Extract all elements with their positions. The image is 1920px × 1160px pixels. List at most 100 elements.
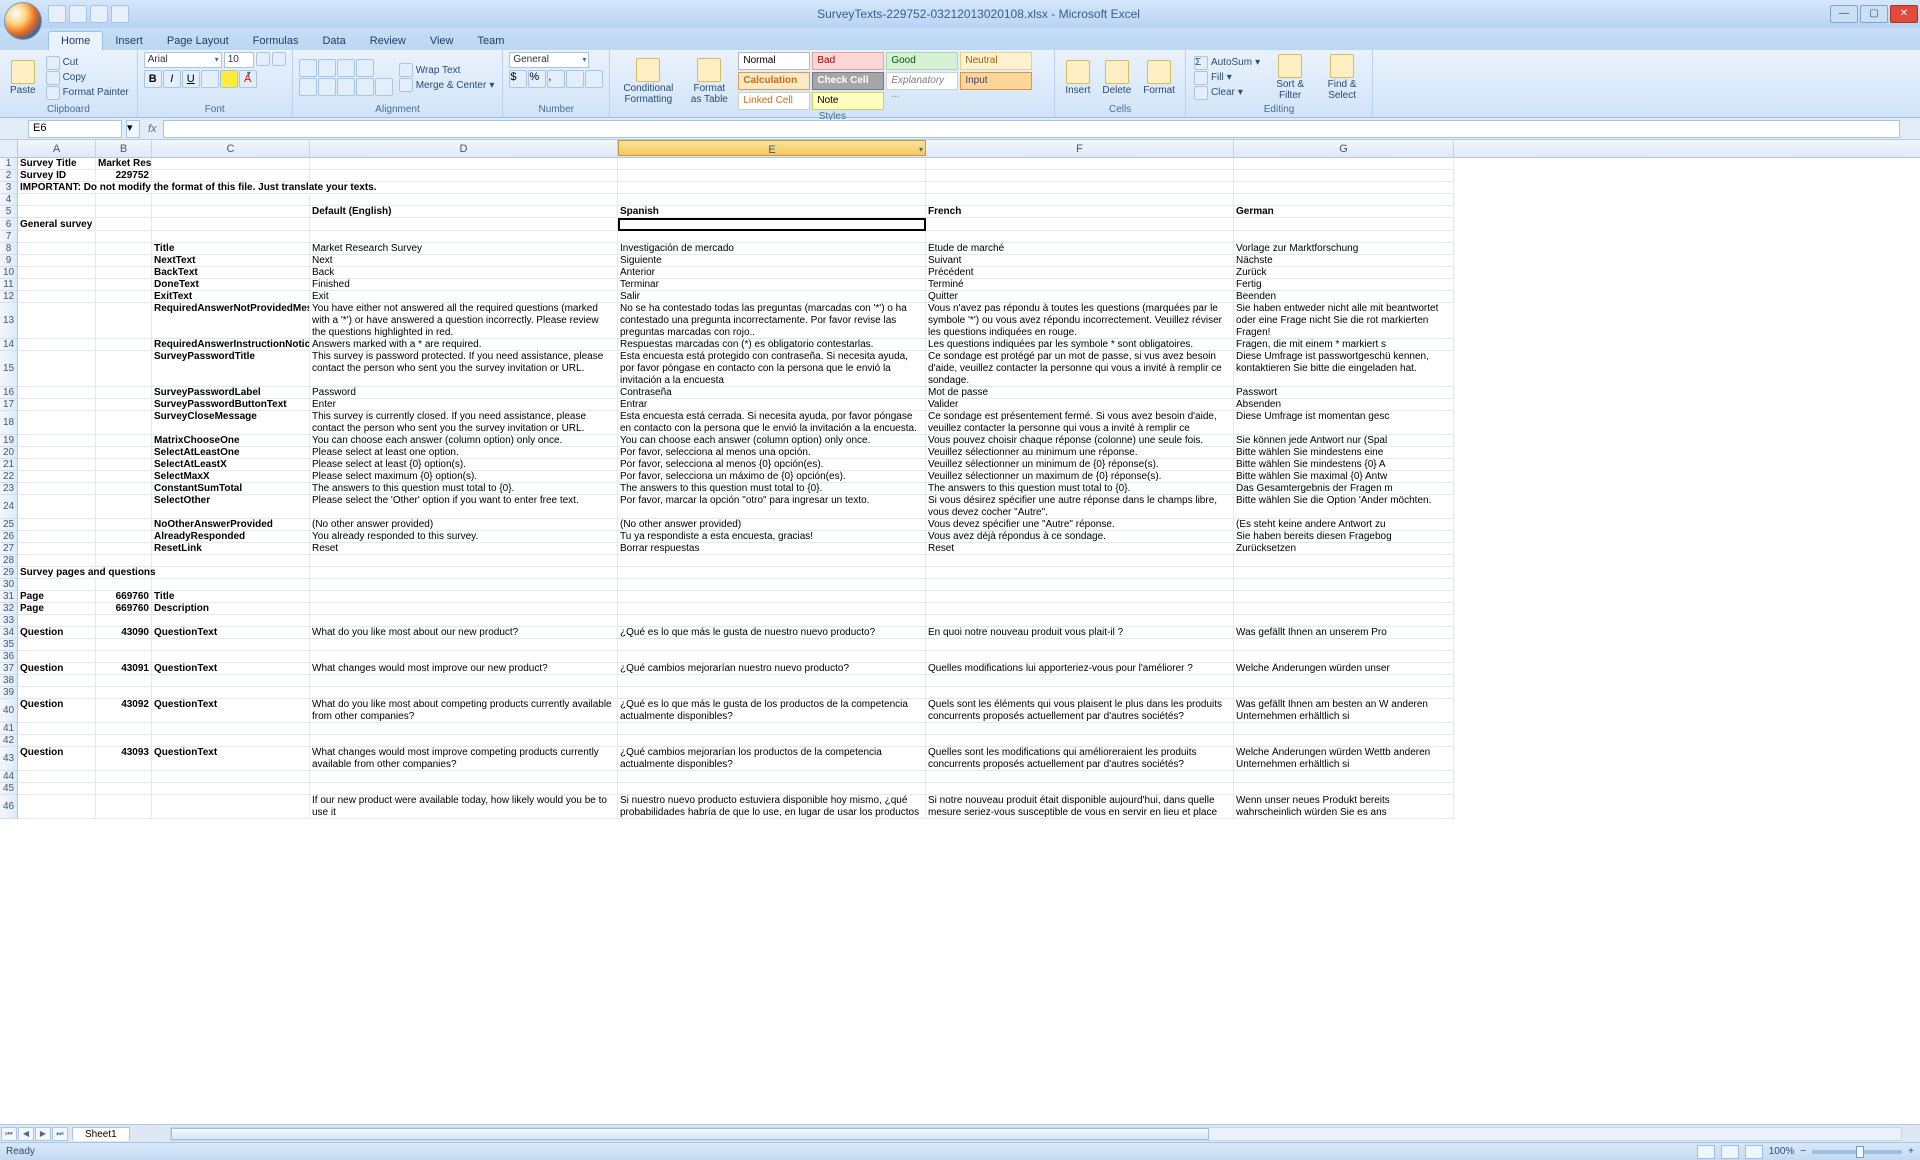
cell[interactable] — [310, 158, 618, 170]
cell[interactable] — [18, 267, 96, 279]
row-header[interactable]: 4 — [0, 194, 18, 206]
cell[interactable] — [926, 771, 1234, 783]
cell[interactable]: Si notre nouveau produit était disponibl… — [926, 795, 1234, 819]
cell[interactable]: QuestionText — [152, 747, 310, 771]
style-cell-calculation[interactable]: Calculation — [738, 72, 810, 90]
cell[interactable] — [1234, 579, 1454, 591]
row-header[interactable]: 8 — [0, 243, 18, 255]
style-cell-normal[interactable]: Normal — [738, 52, 810, 70]
cell[interactable]: No se ha contestado todas las preguntas … — [618, 303, 926, 339]
cell[interactable]: German — [1234, 206, 1454, 218]
cell[interactable] — [152, 194, 310, 206]
cell[interactable] — [618, 170, 926, 182]
cell[interactable]: En quoi notre nouveau produit vous plait… — [926, 627, 1234, 639]
row-header[interactable]: 27 — [0, 543, 18, 555]
cell[interactable] — [152, 639, 310, 651]
cell[interactable]: This survey is currently closed. If you … — [310, 411, 618, 435]
row-header[interactable]: 44 — [0, 771, 18, 783]
cell[interactable] — [926, 783, 1234, 795]
close-button[interactable]: ✕ — [1890, 5, 1918, 23]
fx-icon[interactable]: fx — [148, 123, 157, 135]
increase-indent-icon[interactable] — [375, 78, 393, 96]
row-header[interactable]: 7 — [0, 231, 18, 243]
row-header[interactable]: 21 — [0, 459, 18, 471]
cell[interactable] — [18, 543, 96, 555]
cell[interactable] — [310, 567, 618, 579]
autosum-button[interactable]: ΣAutoSum ▾ — [1192, 56, 1262, 70]
cell[interactable]: French — [926, 206, 1234, 218]
sort-filter-button[interactable]: Sort & Filter — [1266, 52, 1314, 103]
cell[interactable] — [96, 783, 152, 795]
cell[interactable]: Title — [152, 591, 310, 603]
row-header[interactable]: 30 — [0, 579, 18, 591]
cell[interactable]: SelectAtLeastX — [152, 459, 310, 471]
cell[interactable] — [152, 771, 310, 783]
namebox-dropdown[interactable]: ▾ — [126, 120, 140, 138]
cell[interactable] — [96, 687, 152, 699]
align-left-icon[interactable] — [299, 78, 317, 96]
cell[interactable]: Question — [18, 663, 96, 675]
save-icon[interactable] — [48, 5, 66, 23]
formula-input[interactable] — [163, 120, 1900, 138]
cell[interactable] — [926, 639, 1234, 651]
cell[interactable]: Suivant — [926, 255, 1234, 267]
row-header[interactable]: 34 — [0, 627, 18, 639]
cell[interactable] — [96, 399, 152, 411]
cell[interactable]: Sie haben entweder nicht alle mit beantw… — [1234, 303, 1454, 339]
cell[interactable]: ¿Qué cambios mejorarían nuestro nuevo pr… — [618, 663, 926, 675]
cell[interactable]: You already responded to this survey. — [310, 531, 618, 543]
cell[interactable]: Étude de marché — [926, 243, 1234, 255]
cell[interactable] — [18, 339, 96, 351]
cell[interactable] — [18, 447, 96, 459]
cell[interactable] — [18, 555, 96, 567]
cell[interactable]: Beenden — [1234, 291, 1454, 303]
cell[interactable] — [310, 723, 618, 735]
row-header[interactable]: 17 — [0, 399, 18, 411]
cell[interactable]: Quels sont les éléments qui vous plaisen… — [926, 699, 1234, 723]
cell[interactable] — [926, 567, 1234, 579]
cell[interactable]: (No other answer provided) — [618, 519, 926, 531]
column-header[interactable]: G — [1234, 140, 1454, 157]
cell[interactable] — [926, 579, 1234, 591]
cell[interactable] — [1234, 194, 1454, 206]
cell[interactable] — [1234, 651, 1454, 663]
cell[interactable]: Welche Änderungen würden Wettb anderen U… — [1234, 747, 1454, 771]
cell[interactable] — [926, 158, 1234, 170]
cell[interactable] — [96, 615, 152, 627]
cell[interactable] — [1234, 591, 1454, 603]
cell[interactable] — [1234, 603, 1454, 615]
cell[interactable] — [618, 158, 926, 170]
cell[interactable]: SelectMaxX — [152, 471, 310, 483]
cell[interactable] — [96, 351, 152, 387]
currency-icon[interactable]: $ — [509, 70, 527, 88]
cell-styles-gallery[interactable]: NormalBadGoodNeutralCalculationCheck Cel… — [738, 52, 1048, 110]
cell[interactable]: Zurück — [1234, 267, 1454, 279]
cell[interactable] — [18, 723, 96, 735]
cell[interactable] — [152, 579, 310, 591]
row-header[interactable]: 26 — [0, 531, 18, 543]
cell[interactable]: Veuillez sélectionner un maximum de {0} … — [926, 471, 1234, 483]
cell[interactable] — [96, 555, 152, 567]
cell[interactable] — [310, 735, 618, 747]
cell[interactable]: Bitte wählen Sie mindestens {0} A — [1234, 459, 1454, 471]
cell[interactable]: Entrar — [618, 399, 926, 411]
cell[interactable] — [18, 639, 96, 651]
cell[interactable] — [1234, 675, 1454, 687]
cell[interactable]: Por favor, marcar la opción "otro" para … — [618, 495, 926, 519]
cell[interactable]: Vous pouvez choisir chaque réponse (colo… — [926, 435, 1234, 447]
cell[interactable]: Vous n'avez pas répondu à toutes les que… — [926, 303, 1234, 339]
cell[interactable] — [18, 279, 96, 291]
cell[interactable]: Finished — [310, 279, 618, 291]
cell[interactable]: ConstantSumTotal — [152, 483, 310, 495]
cell[interactable] — [96, 218, 152, 231]
cell[interactable]: Siguiente — [618, 255, 926, 267]
cell[interactable] — [96, 579, 152, 591]
cell[interactable]: Was gefällt Ihnen an unserem Pro — [1234, 627, 1454, 639]
cell[interactable]: BackText — [152, 267, 310, 279]
cell[interactable] — [152, 206, 310, 218]
decrease-decimal-icon[interactable] — [585, 70, 603, 88]
zoom-slider[interactable] — [1812, 1150, 1902, 1154]
row-header[interactable]: 18 — [0, 411, 18, 435]
percent-icon[interactable]: % — [528, 70, 546, 88]
row-header[interactable]: 11 — [0, 279, 18, 291]
